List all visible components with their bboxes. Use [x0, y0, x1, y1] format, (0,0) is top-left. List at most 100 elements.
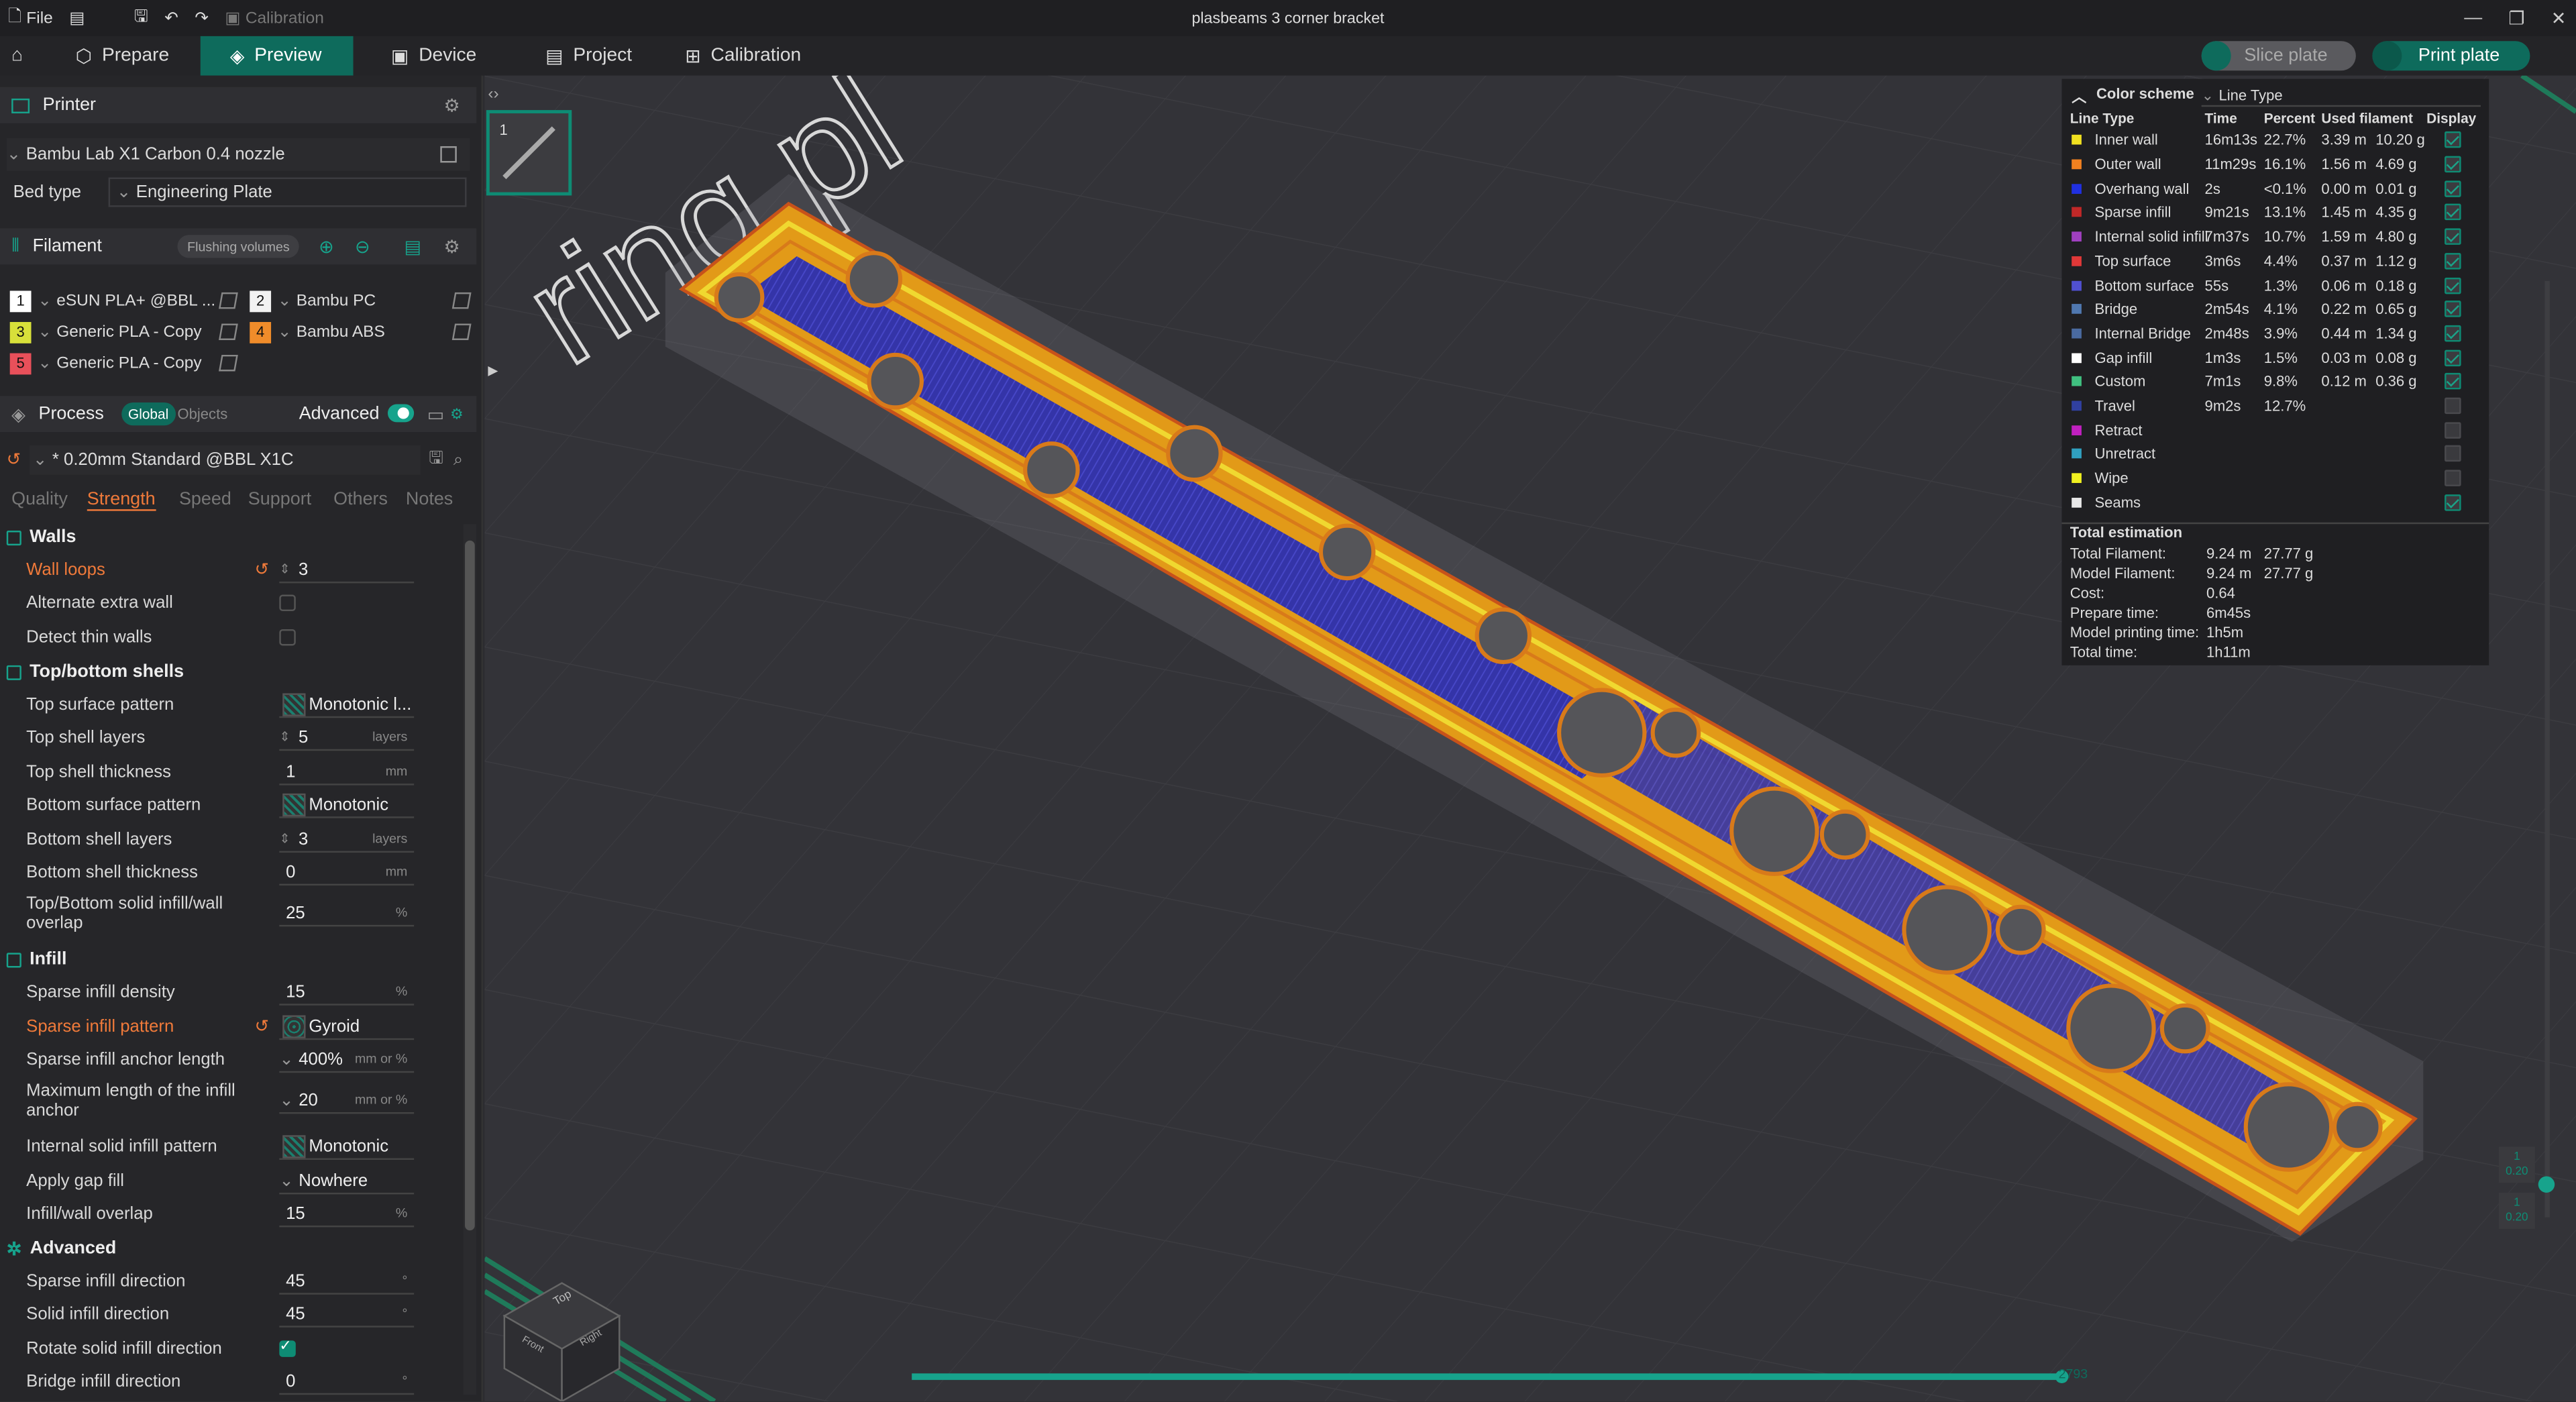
rotate-solid-checkbox[interactable]: ✓ — [279, 1337, 296, 1357]
menu-icon[interactable]: ▤ — [61, 0, 93, 36]
minimize-icon[interactable]: — — [2464, 8, 2482, 28]
subtab-quality[interactable]: Quality — [11, 490, 68, 509]
edit-filament-icon[interactable] — [219, 354, 238, 372]
alternate-extra-wall-checkbox[interactable] — [279, 594, 296, 612]
internal-solid-pattern-select[interactable]: Monotonic — [279, 1134, 415, 1160]
collapse-sidebar-icon[interactable]: ‹› — [488, 85, 498, 103]
print-plate-button[interactable]: Print plate — [2372, 41, 2530, 71]
save-icon[interactable]: 🖫 — [126, 0, 156, 36]
file-menu[interactable]: 🗋 File — [0, 0, 61, 36]
max-anchor-input[interactable]: ⌄ 20 mm or % — [279, 1087, 415, 1114]
bridge-direction-input[interactable]: 0 ° — [279, 1368, 415, 1395]
infill-wall-overlap-input[interactable]: 15% — [279, 1201, 415, 1228]
subtab-strength[interactable]: Strength — [87, 490, 156, 511]
expand-arrow-icon[interactable]: ▶ — [488, 363, 498, 378]
advanced-switch[interactable] — [387, 404, 415, 423]
calibration-menu[interactable]: ▣ Calibration — [217, 0, 332, 36]
subtab-notes[interactable]: Notes — [406, 490, 453, 509]
display-checkbox[interactable] — [2445, 204, 2461, 221]
search-icon[interactable]: ⌕ — [453, 449, 463, 471]
filament-slot-2[interactable]: 2 ⌄ Bambu PC — [250, 288, 472, 314]
edit-printer-icon[interactable] — [440, 146, 457, 163]
flushing-volumes-button[interactable]: Flushing volumes — [177, 235, 300, 258]
display-checkbox[interactable] — [2445, 252, 2461, 270]
display-checkbox[interactable] — [2445, 131, 2461, 149]
top-shell-thickness-input[interactable]: 1 mm — [279, 759, 415, 786]
filament-list-icon[interactable]: ▤ — [404, 235, 421, 257]
display-checkbox[interactable] — [2445, 445, 2461, 463]
printer-select[interactable]: ⌄ Bambu Lab X1 Carbon 0.4 nozzle — [6, 138, 470, 171]
add-filament-icon[interactable]: ⊕ — [319, 235, 334, 257]
scrollbar-thumb[interactable] — [465, 540, 475, 1231]
spinner-icon[interactable]: ⇕ — [279, 729, 290, 744]
filament-slot-3[interactable]: 3 ⌄ Generic PLA - Copy — [9, 319, 238, 345]
reset-icon[interactable]: ↺ — [255, 560, 270, 580]
display-checkbox[interactable] — [2445, 325, 2461, 342]
anchor-length-input[interactable]: ⌄ 400% mm or % — [279, 1046, 415, 1073]
collapse-legend-icon[interactable]: ︿ — [2072, 85, 2086, 107]
display-checkbox[interactable] — [2445, 301, 2461, 318]
subtab-others[interactable]: Others — [333, 490, 388, 509]
sparse-density-input[interactable]: 15% — [279, 979, 415, 1006]
reset-icon[interactable]: ↺ — [7, 450, 21, 470]
subtab-speed[interactable]: Speed — [179, 490, 231, 509]
edit-filament-icon[interactable] — [451, 323, 472, 340]
settings-scrollbar[interactable] — [463, 524, 477, 1395]
bed-type-select[interactable]: ⌄ Engineering Plate — [108, 177, 467, 207]
sparse-pattern-select[interactable]: Gyroid — [279, 1014, 415, 1040]
tab-preview[interactable]: ◈ Preview — [200, 36, 354, 76]
tab-prepare[interactable]: ⬡ Prepare — [59, 36, 201, 76]
wall-loops-input[interactable]: ⇕ 3 — [279, 557, 415, 584]
global-toggle[interactable]: Global — [121, 402, 176, 426]
display-checkbox[interactable] — [2445, 180, 2461, 197]
bottom-shell-layers-input[interactable]: ⇕ 3 layers — [279, 826, 415, 853]
edit-filament-icon[interactable] — [219, 323, 238, 340]
display-checkbox[interactable] — [2445, 276, 2461, 294]
save-preset-icon[interactable]: 🖫 — [429, 445, 443, 475]
tab-device[interactable]: ▣ Device — [374, 36, 506, 76]
solid-direction-input[interactable]: 45 ° — [279, 1301, 415, 1328]
home-icon[interactable]: ⌂ — [0, 36, 43, 76]
filament-slot-5[interactable]: 5 ⌄ Generic PLA - Copy — [9, 350, 238, 376]
remove-filament-icon[interactable]: ⊖ — [355, 235, 370, 257]
bottom-shell-thickness-input[interactable]: 0 mm — [279, 859, 415, 886]
spinner-icon[interactable]: ⇕ — [279, 562, 290, 577]
objects-toggle[interactable]: Objects — [177, 406, 227, 422]
topbottom-overlap-input[interactable]: 25% — [279, 900, 415, 927]
maximize-icon[interactable]: ❐ — [2508, 7, 2524, 28]
display-checkbox[interactable] — [2445, 156, 2461, 173]
close-icon[interactable]: ✕ — [2551, 7, 2567, 28]
display-checkbox[interactable] — [2445, 397, 2461, 415]
bottom-surface-pattern-select[interactable]: Monotonic — [279, 792, 415, 818]
edit-filament-icon[interactable] — [219, 292, 238, 309]
spinner-icon[interactable]: ⇕ — [279, 831, 290, 846]
redo-icon[interactable]: ↷ — [186, 0, 217, 36]
detect-thin-walls-checkbox[interactable] — [279, 629, 296, 646]
tab-project[interactable]: ▤ Project — [529, 36, 661, 76]
subtab-support[interactable]: Support — [248, 490, 311, 509]
layer-slider-track[interactable] — [2544, 280, 2550, 1218]
top-surface-pattern-select[interactable]: Monotonic l... — [279, 692, 415, 718]
slice-plate-button[interactable]: Slice plate — [2201, 41, 2356, 71]
sparse-direction-input[interactable]: 45 ° — [279, 1269, 415, 1295]
top-shell-layers-input[interactable]: ⇕ 5 layers — [279, 724, 415, 751]
undo-icon[interactable]: ↶ — [156, 0, 186, 36]
edit-filament-icon[interactable] — [451, 292, 472, 309]
display-checkbox[interactable] — [2445, 470, 2461, 487]
filament-settings-icon[interactable]: ⚙ — [444, 235, 460, 257]
display-checkbox[interactable] — [2445, 349, 2461, 366]
process-settings-icon[interactable]: ⚙ — [450, 405, 464, 423]
printer-settings-icon[interactable]: ⚙ — [444, 95, 460, 115]
gap-fill-select[interactable]: ⌄ Nowhere — [279, 1168, 415, 1195]
display-checkbox[interactable] — [2445, 373, 2461, 390]
filament-slot-1[interactable]: 1 ⌄ eSUN PLA+ @BBL ... — [9, 288, 238, 314]
compare-icon[interactable]: ▭ — [427, 403, 444, 425]
display-checkbox[interactable] — [2445, 494, 2461, 511]
process-preset-select[interactable]: ⌄ * 0.20mm Standard @BBL X1C — [30, 445, 421, 475]
display-checkbox[interactable] — [2445, 228, 2461, 246]
color-scheme-select[interactable]: ⌄ Line Type — [2201, 85, 2481, 107]
tab-calibration[interactable]: ⊞ Calibration — [669, 36, 833, 76]
layer-slider-handle[interactable] — [2538, 1176, 2555, 1193]
filament-slot-4[interactable]: 4 ⌄ Bambu ABS — [250, 319, 472, 345]
reset-icon[interactable]: ↺ — [255, 1017, 270, 1036]
